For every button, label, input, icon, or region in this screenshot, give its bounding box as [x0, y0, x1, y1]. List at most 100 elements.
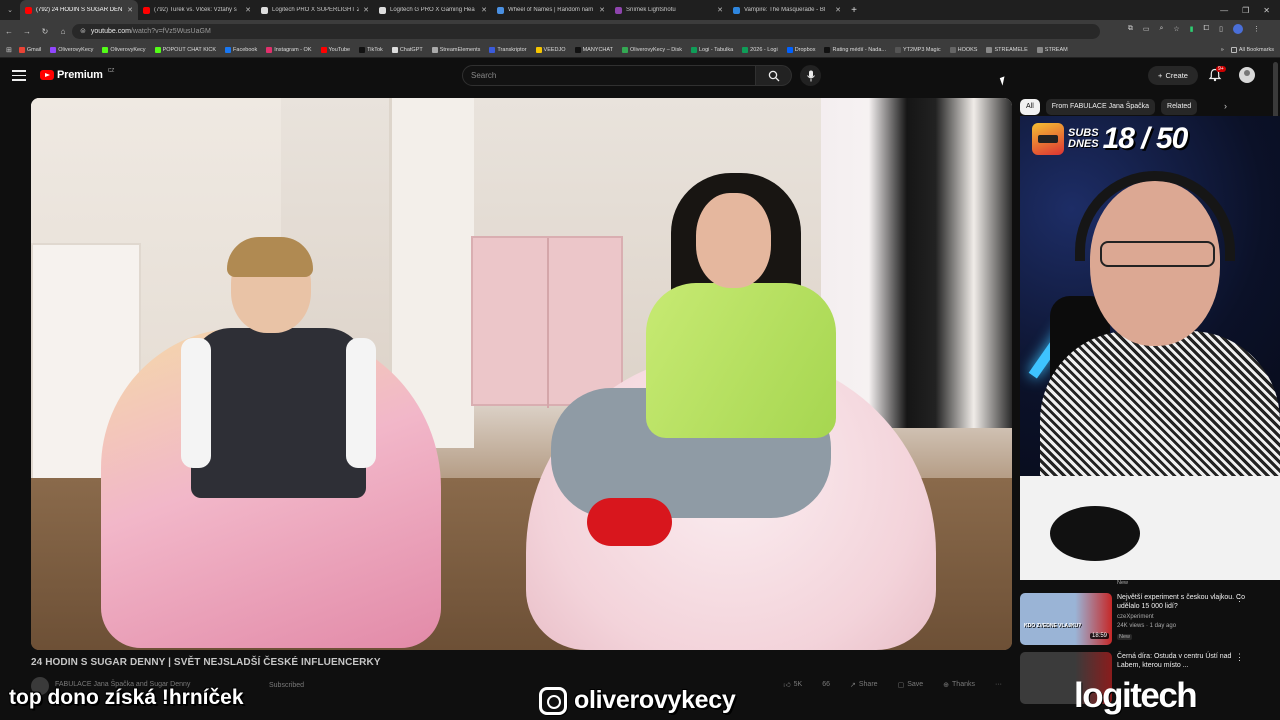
search-button[interactable]: [756, 65, 792, 86]
window-controls: — ❐ ✕: [1220, 0, 1280, 20]
zoom-icon[interactable]: ⌕: [1159, 25, 1163, 33]
comments-count[interactable]: 66: [822, 681, 830, 688]
bookmark-label: Dropbox: [794, 46, 816, 53]
tab-close-icon[interactable]: ✕: [835, 6, 841, 14]
bookmark-item[interactable]: Transkriptor: [489, 46, 527, 53]
bookmark-item[interactable]: Logi - Tabulka: [691, 46, 733, 53]
more-bookmarks-icon[interactable]: »: [1221, 47, 1224, 53]
bookmark-favicon-icon: [359, 46, 366, 53]
extensions-puzzle-icon[interactable]: ⧠: [1204, 25, 1210, 33]
browser-tab[interactable]: Logitech G PRO X Gaming Hea ✕: [374, 0, 492, 20]
bookmark-favicon-icon: [535, 46, 542, 53]
page-scrollbar[interactable]: [1273, 62, 1278, 122]
bookmark-item[interactable]: TikTok: [359, 46, 383, 53]
filter-chip[interactable]: From FABULACE Jana Špačka: [1045, 98, 1156, 115]
subscribed-button[interactable]: Subscribed: [269, 682, 304, 689]
bookmark-item[interactable]: VEEDJO: [535, 46, 566, 53]
cast-icon[interactable]: ▭: [1143, 25, 1150, 33]
tab-close-icon[interactable]: ✕: [481, 6, 487, 14]
browser-tab[interactable]: Wheel of Names | Random nam ✕: [492, 0, 610, 20]
bookmark-favicon-icon: [489, 46, 496, 53]
subs-separator: /: [1141, 122, 1149, 155]
apps-grid-icon[interactable]: ⊞: [6, 46, 12, 54]
bookmark-item[interactable]: StreamElements: [431, 46, 480, 53]
bookmark-item[interactable]: Facebook: [225, 46, 257, 53]
filter-chip[interactable]: Related: [1161, 98, 1198, 115]
country-code: CZ: [107, 68, 115, 74]
translate-icon[interactable]: ⧉: [1128, 25, 1133, 33]
browser-tab-bar: ⌄ (792) 24 HODIN S SUGAR DEN ✕ (792) Turek…: [0, 0, 1280, 20]
account-avatar[interactable]: [1239, 67, 1255, 83]
youtube-premium-logo[interactable]: Premium CZ: [40, 68, 115, 81]
browser-tab[interactable]: (792) 24 HODIN S SUGAR DEN ✕: [20, 0, 138, 20]
browser-menu-icon[interactable]: ⋮: [1253, 25, 1260, 33]
like-button[interactable]: 👍︎ 5K: [783, 680, 802, 689]
hamburger-menu-icon[interactable]: [12, 70, 26, 82]
close-window-icon[interactable]: ✕: [1263, 6, 1270, 15]
logitech-logo: logitech: [1074, 676, 1198, 715]
tab-search-icon[interactable]: ⌄: [0, 6, 20, 14]
browser-tab[interactable]: Logitech PRO X SUPERLIGHT 2 ✕: [256, 0, 374, 20]
stream-handle-text: oliverovykecy: [574, 686, 736, 714]
search-input[interactable]: Search: [462, 65, 756, 86]
bookmark-item[interactable]: OliverovyKecy: [50, 46, 93, 53]
back-icon[interactable]: ←: [0, 27, 18, 36]
bookmark-label: Rating médií - Nada...: [832, 46, 886, 53]
browser-tab[interactable]: (792) Turek vs. Vlček: Vztahy s ✕: [138, 0, 256, 20]
all-bookmarks-folder[interactable]: All Bookmarks: [1230, 46, 1274, 53]
tab-close-icon[interactable]: ✕: [599, 6, 605, 14]
bookmark-item[interactable]: OliverovyKecy – Disk: [622, 46, 682, 53]
bookmark-item[interactable]: Instagram - OK: [266, 46, 312, 53]
bookmark-item[interactable]: HOOKS: [949, 46, 977, 53]
tab-title: (792) 24 HODIN S SUGAR DEN: [36, 7, 123, 13]
bookmark-item[interactable]: ChatGPT: [391, 46, 423, 53]
chips-next-icon[interactable]: ›: [1224, 101, 1227, 111]
thanks-icon: ⊕: [943, 681, 950, 689]
bookmark-item[interactable]: MANYCHAT: [574, 46, 613, 53]
tab-close-icon[interactable]: ✕: [717, 6, 723, 14]
threads-icon: [539, 686, 567, 715]
tab-close-icon[interactable]: ✕: [127, 6, 133, 14]
restore-icon[interactable]: ❐: [1242, 6, 1249, 15]
browser-tab[interactable]: Snímek Lightshotu ✕: [610, 0, 728, 20]
profile-avatar[interactable]: [1233, 24, 1243, 34]
thanks-button[interactable]: ⊕ Thanks: [943, 681, 975, 689]
extension-green-icon[interactable]: ▮: [1190, 25, 1194, 33]
create-button[interactable]: + Create: [1148, 66, 1198, 85]
bookmark-item[interactable]: Rating médií - Nada...: [824, 46, 886, 53]
video-player[interactable]: [31, 98, 1012, 650]
bookmark-item[interactable]: STREAM: [1036, 46, 1068, 53]
bookmark-favicon-icon: [50, 46, 57, 53]
thumbnail-overlay-text: KDO ZVEDNE VLAJKU?: [1024, 623, 1082, 629]
home-icon[interactable]: ⌂: [54, 27, 72, 36]
video-options-icon[interactable]: ⋮: [1235, 652, 1244, 663]
video-title: 24 HODIN S SUGAR DENNY | SVĚT NEJSLADŠÍ …: [31, 657, 381, 668]
create-label: Create: [1165, 71, 1188, 80]
bookmark-item[interactable]: STREAMELE: [986, 46, 1028, 53]
more-actions-button[interactable]: ···: [995, 681, 1002, 688]
bookmark-item[interactable]: 2026 - Logi: [742, 46, 778, 53]
tab-close-icon[interactable]: ✕: [363, 6, 369, 14]
bookmark-item[interactable]: Gmail: [18, 46, 41, 53]
url-input[interactable]: ⊜ youtube.com/watch?v=fVz5WusUaGM: [72, 23, 1100, 39]
bookmark-item[interactable]: Dropbox: [786, 46, 816, 53]
video-options-icon[interactable]: ⋮: [1235, 593, 1244, 604]
share-button[interactable]: ↗ Share: [850, 681, 878, 689]
voice-search-button[interactable]: [800, 65, 821, 86]
new-tab-button[interactable]: +: [846, 5, 862, 16]
browser-tab[interactable]: Vampire: The Masquerade - Bl ✕: [728, 0, 846, 20]
bookmark-item[interactable]: YouTube: [320, 46, 350, 53]
recommended-video[interactable]: KDO ZVEDNE VLAJKU? Největší experiment s …: [1020, 593, 1270, 649]
minimize-icon[interactable]: —: [1220, 6, 1228, 15]
bookmark-item[interactable]: POPOUT CHAT KICK: [154, 46, 216, 53]
bookmark-item[interactable]: OliverovyKecy: [102, 46, 146, 53]
site-info-icon[interactable]: ⊜: [80, 27, 86, 35]
sidebar-panel-icon[interactable]: ▯: [1219, 25, 1223, 33]
bookmark-item[interactable]: YT2MP3 Magic: [894, 46, 941, 53]
tab-close-icon[interactable]: ✕: [245, 6, 251, 14]
save-button[interactable]: ▢ Save: [898, 681, 924, 689]
forward-icon[interactable]: →: [18, 27, 36, 36]
reload-icon[interactable]: ↻: [36, 27, 54, 36]
bookmark-star-icon[interactable]: ☆: [1173, 25, 1179, 33]
filter-chip[interactable]: All: [1020, 98, 1040, 115]
